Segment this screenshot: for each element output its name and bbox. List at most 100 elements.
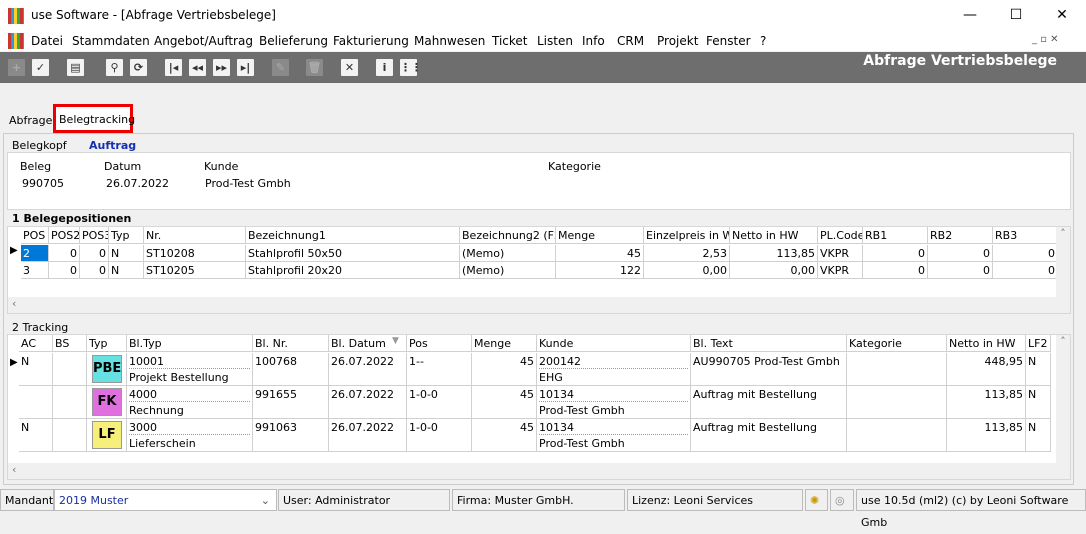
positions-cell[interactable]: 2,53 <box>644 245 730 262</box>
positions-hscroll[interactable]: ‹ <box>8 297 1070 313</box>
positions-cell[interactable]: 0 <box>928 262 993 279</box>
column-header-nettoinhw[interactable]: Netto in HW <box>947 335 1026 352</box>
cancel-icon[interactable]: ✕ <box>341 59 358 76</box>
tracking-cell-netto[interactable]: 113,85 <box>947 386 1026 419</box>
positions-cell[interactable]: 0 <box>49 262 80 279</box>
tracking-cell-bs[interactable] <box>53 386 87 419</box>
column-header-ac[interactable]: AC <box>19 335 53 352</box>
menu-listen[interactable]: Listen <box>537 34 573 48</box>
positions-cell[interactable]: 0 <box>80 245 109 262</box>
maximize-button[interactable]: ☐ <box>993 0 1039 32</box>
column-header-rb2[interactable]: RB2 <box>928 227 993 244</box>
tracking-cell-ac[interactable] <box>19 386 53 419</box>
positions-cell[interactable]: 0 <box>928 245 993 262</box>
tracking-cell-pos[interactable]: 1-- <box>407 353 472 386</box>
menu-belieferung[interactable]: Belieferung <box>259 34 328 48</box>
tracking-cell-netto[interactable]: 448,95 <box>947 353 1026 386</box>
menu-fenster[interactable]: Fenster <box>706 34 751 48</box>
plus-icon[interactable]: + <box>8 59 25 76</box>
positions-cell[interactable]: ST10205 <box>144 262 246 279</box>
print-icon[interactable]: ▤ <box>67 59 84 76</box>
positions-cell[interactable]: (Memo) <box>460 245 556 262</box>
positions-cell[interactable]: ST10208 <box>144 245 246 262</box>
positions-cell[interactable]: 2 <box>21 245 49 262</box>
tracking-cell-kat[interactable] <box>847 419 947 452</box>
column-header-pos[interactable]: Pos <box>407 335 472 352</box>
tracking-cell-typ[interactable]: FK <box>87 386 127 419</box>
filter-icon[interactable]: ▼ <box>392 336 399 346</box>
tab-belegtracking[interactable]: Belegtracking <box>53 104 135 133</box>
positions-cell[interactable]: 0 <box>49 245 80 262</box>
first-icon[interactable]: |◂ <box>165 59 182 76</box>
column-header-bezeichnung2f2[interactable]: Bezeichnung2 (F2) <box>460 227 556 244</box>
tracking-cell-text[interactable]: AU990705 Prod-Test Gmbh <box>691 353 847 386</box>
positions-cell[interactable]: 122 <box>556 262 644 279</box>
positions-cell[interactable]: 3 <box>21 262 49 279</box>
tracking-cell-nr[interactable]: 991063 <box>253 419 329 452</box>
mdi-controls[interactable]: _ ▫ ✕ <box>1032 34 1059 45</box>
column-header-menge[interactable]: Menge <box>472 335 537 352</box>
positions-cell[interactable]: VKPR <box>818 262 863 279</box>
tracking-cell-typ[interactable]: PBE <box>87 353 127 386</box>
column-header-blnr[interactable]: Bl. Nr. <box>253 335 329 352</box>
tracking-cell-bs[interactable] <box>53 353 87 386</box>
menu-stammdaten[interactable]: Stammdaten <box>72 34 150 48</box>
positions-cell[interactable]: VKPR <box>818 245 863 262</box>
tracking-cell-menge[interactable]: 45 <box>472 353 537 386</box>
tracking-cell-kunde[interactable]: 10134 Prod-Test Gmbh <box>537 386 691 419</box>
tracking-cell-kat[interactable] <box>847 353 947 386</box>
close-button[interactable]: ✕ <box>1039 0 1085 32</box>
positions-cell[interactable]: 0 <box>863 245 928 262</box>
tracking-hscroll[interactable]: ‹ <box>8 463 1070 479</box>
column-header-typ[interactable]: Typ <box>109 227 144 244</box>
tracking-cell-ac[interactable]: N <box>19 419 53 452</box>
positions-cell[interactable]: 45 <box>556 245 644 262</box>
menu-crm[interactable]: CRM <box>617 34 644 48</box>
tracking-cell-typ[interactable]: LF <box>87 419 127 452</box>
next-icon[interactable]: ▸▸ <box>213 59 230 76</box>
tracking-cell-pos[interactable]: 1-0-0 <box>407 386 472 419</box>
info-icon[interactable]: i <box>376 59 393 76</box>
column-header-bltyp[interactable]: Bl.Typ <box>127 335 253 352</box>
tracking-cell-bltyp[interactable]: 3000 Lieferschein <box>127 419 253 452</box>
edit-icon[interactable]: ✎ <box>272 59 289 76</box>
tracking-cell-kunde[interactable]: 200142 EHG <box>537 353 691 386</box>
column-header-pos2[interactable]: POS2 <box>49 227 80 244</box>
menu-angebotauftrag[interactable]: Angebot/Auftrag <box>154 34 253 48</box>
column-header-kategorie[interactable]: Kategorie <box>847 335 947 352</box>
tracking-cell-menge[interactable]: 45 <box>472 419 537 452</box>
positions-cell[interactable]: 0 <box>863 262 928 279</box>
column-header-lf2[interactable]: LF2 <box>1026 335 1051 352</box>
menu-projekt[interactable]: Projekt <box>657 34 698 48</box>
bell-icon[interactable]: ✺ <box>805 489 828 511</box>
tracking-cell-bltyp[interactable]: 10001 Projekt Bestellung <box>127 353 253 386</box>
tab-abfrage[interactable]: Abfrage <box>3 106 58 133</box>
positions-cell[interactable]: 0,00 <box>730 262 818 279</box>
positions-cell[interactable]: Stahlprofil 50x50 <box>246 245 460 262</box>
tracking-cell-datum[interactable]: 26.07.2022 <box>329 419 407 452</box>
tracking-cell-menge[interactable]: 45 <box>472 386 537 419</box>
last-icon[interactable]: ▸| <box>237 59 254 76</box>
tracking-cell-bltyp[interactable]: 4000 Rechnung <box>127 386 253 419</box>
column-header-bs[interactable]: BS <box>53 335 87 352</box>
tracking-cell-datum[interactable]: 26.07.2022 <box>329 353 407 386</box>
prev-icon[interactable]: ◂◂ <box>189 59 206 76</box>
column-header-typ[interactable]: Typ <box>87 335 127 352</box>
column-header-rb1[interactable]: RB1 <box>863 227 928 244</box>
positions-cell[interactable]: 0 <box>993 262 1058 279</box>
minimize-button[interactable]: — <box>947 0 993 32</box>
grid-icon[interactable]: ⋮⋮ <box>400 59 422 76</box>
positions-cell[interactable]: 0,00 <box>644 262 730 279</box>
tracking-cell-bs[interactable] <box>53 419 87 452</box>
delete-icon[interactable]: 🗑 <box>306 59 323 76</box>
tracking-cell-lf2[interactable]: N <box>1026 419 1051 452</box>
positions-cell[interactable]: N <box>109 245 144 262</box>
positions-grid[interactable]: POS POS2 POS3 Typ Nr. Bezeichnung1 Bezeichnung… <box>7 226 1071 314</box>
column-header-einzelpreisinwc[interactable]: Einzelpreis in WC <box>644 227 730 244</box>
tracking-cell-kunde[interactable]: 10134 Prod-Test Gmbh <box>537 419 691 452</box>
column-header-rb3[interactable]: RB3 <box>993 227 1058 244</box>
tracking-cell-lf2[interactable]: N <box>1026 386 1051 419</box>
menu-ticket[interactable]: Ticket <box>492 34 528 48</box>
column-header-nettoinhw[interactable]: Netto in HW <box>730 227 818 244</box>
positions-vscroll[interactable]: ˄ <box>1056 227 1070 297</box>
